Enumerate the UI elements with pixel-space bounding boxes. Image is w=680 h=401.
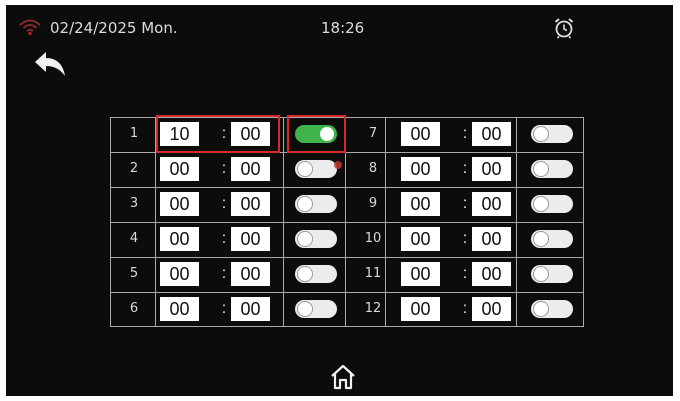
- toggle-knob: [534, 127, 548, 141]
- time-separator: :: [462, 265, 468, 282]
- slot-number: 9: [368, 196, 378, 211]
- slot-number: 2: [129, 161, 139, 176]
- hour-field[interactable]: 10: [160, 122, 199, 146]
- toggle-knob: [298, 162, 312, 176]
- row-divider: [111, 152, 583, 153]
- toggle-knob: [298, 197, 312, 211]
- slot-number: 10: [364, 231, 382, 246]
- hour-field[interactable]: 00: [160, 227, 199, 251]
- toggle-knob: [534, 232, 548, 246]
- wifi-icon: [19, 19, 41, 35]
- slot-number: 1: [129, 126, 139, 141]
- time-separator: :: [221, 195, 227, 212]
- time-separator: :: [221, 300, 227, 317]
- enable-toggle[interactable]: [295, 160, 337, 178]
- enable-toggle[interactable]: [295, 125, 337, 143]
- hour-field[interactable]: 00: [401, 297, 440, 321]
- date-label: 02/24/2025 Mon.: [50, 19, 178, 37]
- minute-field[interactable]: 00: [231, 157, 270, 181]
- slot-number: 6: [129, 301, 139, 316]
- toggle-knob: [298, 302, 312, 316]
- time-separator: :: [462, 230, 468, 247]
- toggle-knob: [298, 232, 312, 246]
- row-divider: [111, 257, 583, 258]
- hour-field[interactable]: 00: [401, 192, 440, 216]
- device-screen: 02/24/2025 Mon. 18:26 1 10:00 2 00:00 3 00:00…: [6, 5, 673, 396]
- enable-toggle[interactable]: [295, 300, 337, 318]
- toggle-knob: [298, 267, 312, 281]
- enable-toggle[interactable]: [531, 195, 573, 213]
- toggle-knob: [320, 127, 334, 141]
- time-separator: :: [462, 125, 468, 142]
- minute-field[interactable]: 00: [231, 227, 270, 251]
- time-separator: :: [221, 125, 227, 142]
- enable-toggle[interactable]: [531, 265, 573, 283]
- time-label: 18:26: [321, 19, 365, 37]
- toggle-knob: [534, 267, 548, 281]
- time-separator: :: [221, 160, 227, 177]
- slot-number: 7: [368, 126, 378, 141]
- minute-field[interactable]: 00: [231, 262, 270, 286]
- hour-field[interactable]: 00: [160, 262, 199, 286]
- hour-field[interactable]: 00: [160, 192, 199, 216]
- toggle-knob: [534, 302, 548, 316]
- time-separator: :: [462, 300, 468, 317]
- home-icon[interactable]: [329, 363, 357, 391]
- toggle-knob: [534, 162, 548, 176]
- minute-field[interactable]: 00: [231, 122, 270, 146]
- enable-toggle[interactable]: [295, 230, 337, 248]
- time-separator: :: [221, 230, 227, 247]
- slot-number: 3: [129, 196, 139, 211]
- toggle-knob: [534, 197, 548, 211]
- enable-toggle[interactable]: [531, 230, 573, 248]
- enable-toggle[interactable]: [531, 160, 573, 178]
- minute-field[interactable]: 00: [472, 192, 511, 216]
- minute-field[interactable]: 00: [472, 122, 511, 146]
- row-divider: [111, 222, 583, 223]
- hour-field[interactable]: 00: [401, 122, 440, 146]
- column-divider: [516, 118, 517, 326]
- alarm-clock-icon[interactable]: [553, 17, 575, 39]
- time-separator: :: [462, 160, 468, 177]
- column-divider: [345, 118, 346, 326]
- slot-number: 8: [368, 161, 378, 176]
- minute-field[interactable]: 00: [231, 297, 270, 321]
- time-separator: :: [462, 195, 468, 212]
- enable-toggle[interactable]: [295, 195, 337, 213]
- slot-number: 12: [364, 301, 382, 316]
- minute-field[interactable]: 00: [472, 297, 511, 321]
- slot-number: 11: [364, 266, 382, 281]
- timer-schedule-table: [110, 117, 584, 327]
- enable-toggle[interactable]: [531, 300, 573, 318]
- hour-field[interactable]: 00: [160, 157, 199, 181]
- column-divider: [155, 118, 156, 326]
- slot-number: 4: [129, 231, 139, 246]
- back-arrow-icon[interactable]: [32, 50, 68, 78]
- time-separator: :: [221, 265, 227, 282]
- hour-field[interactable]: 00: [401, 157, 440, 181]
- touch-indicator: [334, 161, 342, 169]
- minute-field[interactable]: 00: [472, 157, 511, 181]
- minute-field[interactable]: 00: [472, 262, 511, 286]
- hour-field[interactable]: 00: [401, 262, 440, 286]
- slot-number: 5: [129, 266, 139, 281]
- row-divider: [111, 292, 583, 293]
- minute-field[interactable]: 00: [472, 227, 511, 251]
- enable-toggle[interactable]: [295, 265, 337, 283]
- hour-field[interactable]: 00: [401, 227, 440, 251]
- row-divider: [111, 187, 583, 188]
- enable-toggle[interactable]: [531, 125, 573, 143]
- column-divider: [283, 118, 284, 326]
- hour-field[interactable]: 00: [160, 297, 199, 321]
- minute-field[interactable]: 00: [231, 192, 270, 216]
